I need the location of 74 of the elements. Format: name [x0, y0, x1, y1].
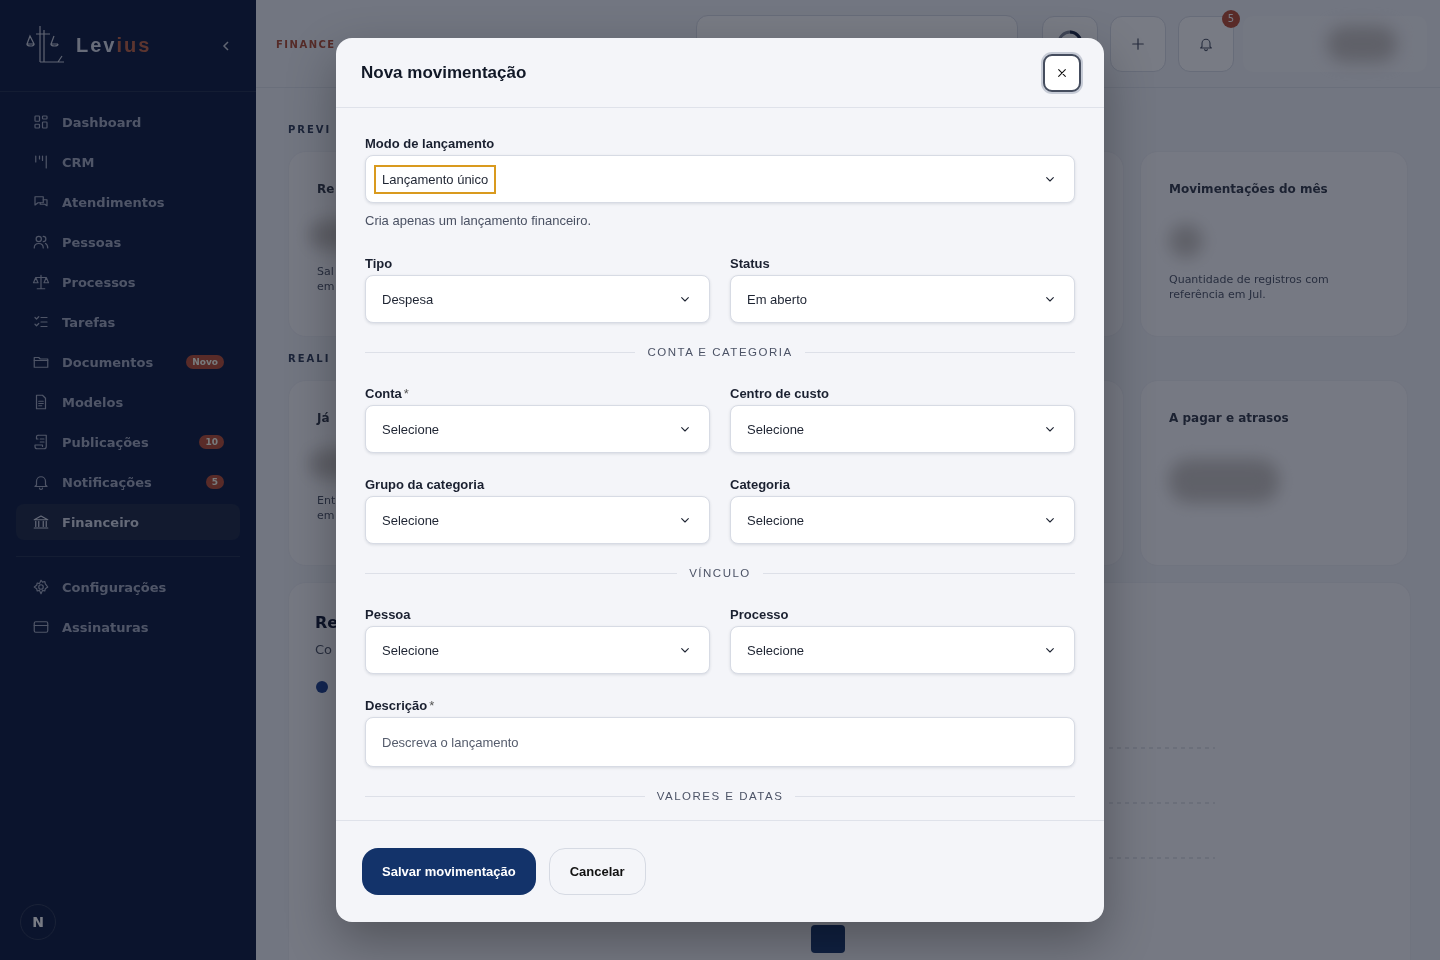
chevron-left-icon[interactable] [220, 39, 232, 52]
sidebar-item[interactable]: Configurações [16, 569, 240, 605]
select-field[interactable]: Selecione [365, 626, 710, 674]
sidebar-item[interactable]: Modelos [16, 384, 240, 420]
scroll-icon [32, 433, 50, 451]
sidebar-item[interactable]: CRM [16, 144, 240, 180]
card-description: em [317, 279, 335, 294]
field-label: Conta* [365, 386, 410, 401]
select-field[interactable]: Selecione [365, 496, 710, 544]
field-label: Processo [730, 607, 790, 622]
users-icon [32, 233, 50, 251]
legend-dot [316, 681, 328, 693]
columns-icon [32, 153, 50, 171]
select-field[interactable]: Em aberto [730, 275, 1075, 323]
sidebar-item[interactable]: Tarefas [16, 304, 240, 340]
select-field[interactable]: Selecione [730, 405, 1075, 453]
select-field[interactable]: Selecione [730, 496, 1075, 544]
bell-icon [32, 473, 50, 491]
card-description: Sal [317, 264, 334, 279]
save-button[interactable]: Salvar movimentação [362, 848, 536, 895]
dialog-title: Nova movimentação [361, 62, 527, 83]
select-field[interactable]: Despesa [365, 275, 710, 323]
count-badge: 5 [1222, 9, 1240, 28]
field-label: Tipo [365, 256, 394, 271]
input-field[interactable]: Descreva o lançamento [365, 717, 1075, 767]
field-label: Status [730, 256, 771, 271]
field-label: Grupo da categoria [365, 477, 486, 492]
section-heading: CONTA E CATEGORIA [647, 346, 793, 358]
sidebar-item[interactable]: Pessoas [16, 224, 240, 260]
card-icon [32, 618, 50, 636]
select-field[interactable]: Lançamento único [365, 155, 1075, 203]
section-heading: VALORES E DATAS [656, 790, 784, 802]
card-description: Ent [317, 493, 336, 508]
card-title: Movimentações do mês [1169, 182, 1328, 196]
sidebar-item[interactable]: Atendimentos [16, 184, 240, 220]
page-title: FINANCE [276, 39, 337, 50]
sidebar-item[interactable]: Assinaturas [16, 609, 240, 645]
section-label: PREVI [288, 124, 332, 135]
field-label: Centro de custo [730, 386, 830, 401]
select-field[interactable]: Selecione [730, 626, 1075, 674]
sidebar-item[interactable]: Documentos Novo [16, 344, 240, 380]
count-badge: 10 [199, 435, 224, 449]
card-title: Re [317, 182, 335, 196]
notifications-button[interactable] [1178, 15, 1234, 72]
field-label: Pessoa [365, 607, 412, 622]
card-title: Re [315, 613, 339, 632]
sidebar-item[interactable]: Publicações 10 [16, 424, 240, 460]
field-label: Descrição* [365, 698, 436, 713]
sidebar-item[interactable]: Notificações 5 [16, 464, 240, 500]
cancel-button[interactable]: Cancelar [548, 848, 646, 895]
select-field[interactable]: Selecione [365, 405, 710, 453]
field-label: Modo de lançamento [365, 136, 496, 151]
section-heading: VÍNCULO [689, 567, 751, 579]
field-label: Categoria [730, 477, 791, 492]
card-description: Quantidade de registros com referência em Jul. [1169, 272, 1330, 302]
section-label: REALI [288, 353, 331, 364]
close-button[interactable] [1043, 53, 1081, 92]
sidebar-item[interactable]: Financeiro [16, 504, 240, 540]
scale-icon [32, 273, 50, 291]
count-badge: 5 [205, 475, 224, 489]
chart-bar [811, 925, 845, 953]
bank-icon [32, 513, 50, 531]
grid-icon [32, 113, 50, 131]
settings-icon [32, 578, 50, 596]
card-description: Co [315, 642, 333, 657]
card-description: em [317, 508, 335, 523]
sidebar-item[interactable]: Processos [16, 264, 240, 300]
card-title: A pagar e atrasos [1169, 411, 1289, 425]
help-text: Cria apenas um lançamento financeiro. [365, 213, 593, 228]
logo-text: Levius [76, 34, 153, 57]
sidebar-item[interactable]: Dashboard [16, 104, 240, 140]
count-badge: Novo [186, 355, 224, 369]
progress-ring-icon [1056, 28, 1084, 38]
card-title: Já [317, 411, 330, 425]
